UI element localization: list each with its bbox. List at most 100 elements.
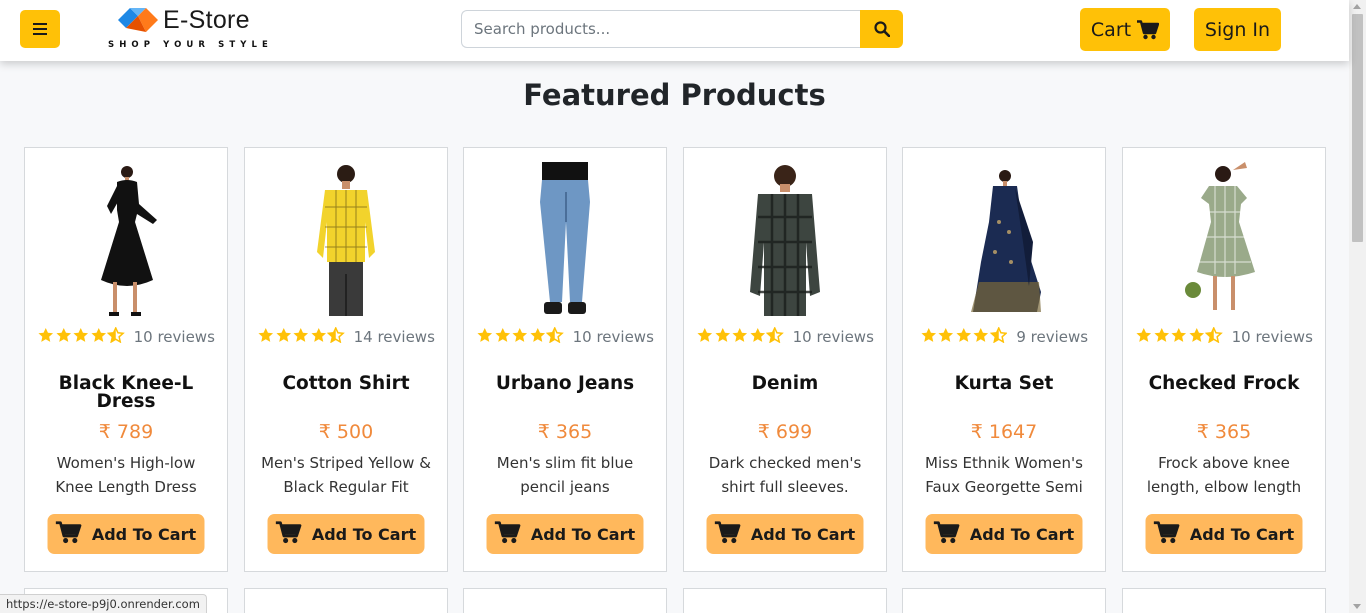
product-card-partial[interactable] bbox=[683, 588, 887, 613]
product-price: ₹ 365 bbox=[1196, 421, 1252, 443]
hamburger-icon bbox=[33, 23, 47, 35]
review-count: 10 reviews bbox=[133, 328, 215, 346]
add-to-cart-button[interactable]: Add To Cart bbox=[267, 514, 425, 554]
add-to-cart-button[interactable]: Add To Cart bbox=[47, 514, 205, 554]
star-full-icon bbox=[714, 327, 732, 347]
sign-in-label: Sign In bbox=[1204, 18, 1271, 41]
product-name: Black Knee-L Dress bbox=[58, 373, 194, 412]
brand-logo[interactable]: E-Store SHOP YOUR STYLE bbox=[108, 4, 278, 52]
star-full-icon bbox=[731, 327, 749, 347]
product-card[interactable]: 14 reviews Cotton Shirt ₹ 500 Men's Stri… bbox=[244, 147, 448, 572]
add-to-cart-label: Add To Cart bbox=[1189, 524, 1295, 544]
scroll-down-arrow-icon[interactable] bbox=[1353, 604, 1361, 609]
product-rating: 14 reviews bbox=[245, 326, 447, 347]
star-full-icon bbox=[275, 327, 293, 347]
product-card[interactable]: 10 reviews Denim ₹ 699 Dark checked men'… bbox=[683, 147, 887, 572]
star-full-icon bbox=[1135, 327, 1153, 347]
add-to-cart-label: Add To Cart bbox=[750, 524, 856, 544]
review-count: 10 reviews bbox=[1231, 328, 1313, 346]
star-full-icon bbox=[511, 327, 529, 347]
product-price: ₹ 699 bbox=[757, 421, 813, 443]
cart-icon bbox=[1154, 520, 1180, 548]
star-full-icon bbox=[1170, 327, 1188, 347]
product-card[interactable]: 10 reviews Black Knee-L Dress ₹ 789 Wome… bbox=[24, 147, 228, 572]
product-card[interactable]: 10 reviews Urbano Jeans ₹ 365 Men's slim… bbox=[463, 147, 667, 572]
add-to-cart-label: Add To Cart bbox=[91, 524, 197, 544]
menu-toggle-button[interactable] bbox=[20, 10, 60, 48]
star-full-icon bbox=[257, 327, 275, 347]
rating-stars bbox=[1135, 326, 1223, 347]
cart-icon bbox=[934, 520, 960, 548]
search-icon bbox=[873, 21, 890, 37]
star-full-icon bbox=[955, 327, 973, 347]
star-full-icon bbox=[310, 327, 328, 347]
product-card-partial[interactable] bbox=[1122, 588, 1326, 613]
cart-button[interactable]: Cart bbox=[1080, 8, 1170, 51]
page-title: Featured Products bbox=[523, 78, 826, 112]
star-half-icon bbox=[765, 326, 784, 347]
product-name: Kurta Set bbox=[954, 373, 1054, 394]
logo-title: E-Store bbox=[163, 6, 250, 34]
product-rating: 10 reviews bbox=[464, 326, 666, 347]
product-price: ₹ 1647 bbox=[970, 421, 1038, 443]
rating-stars bbox=[696, 326, 784, 347]
star-half-icon bbox=[326, 326, 345, 347]
product-card-partial[interactable] bbox=[902, 588, 1106, 613]
star-full-icon bbox=[1188, 327, 1206, 347]
cart-label: Cart bbox=[1090, 18, 1132, 41]
product-description: Frock above knee length, elbow length bbox=[1146, 454, 1302, 496]
star-full-icon bbox=[72, 327, 90, 347]
add-to-cart-button[interactable]: Add To Cart bbox=[925, 514, 1083, 554]
product-name: Urbano Jeans bbox=[495, 373, 635, 394]
star-full-icon bbox=[476, 327, 494, 347]
add-to-cart-button[interactable]: Add To Cart bbox=[1145, 514, 1303, 554]
star-full-icon bbox=[972, 327, 990, 347]
product-image[interactable] bbox=[71, 162, 181, 320]
logo-tagline: SHOP YOUR STYLE bbox=[108, 40, 273, 50]
product-rating: 10 reviews bbox=[25, 326, 227, 347]
product-image[interactable] bbox=[291, 162, 401, 320]
search-button[interactable] bbox=[860, 10, 903, 48]
star-full-icon bbox=[90, 327, 108, 347]
star-full-icon bbox=[37, 327, 55, 347]
review-count: 10 reviews bbox=[572, 328, 654, 346]
logo-mark-icon bbox=[118, 8, 158, 32]
page-scrollbar[interactable] bbox=[1349, 0, 1366, 613]
cart-icon bbox=[1137, 19, 1160, 39]
product-image[interactable] bbox=[1169, 162, 1279, 320]
navbar: E-Store SHOP YOUR STYLE Cart Sign In bbox=[0, 0, 1349, 61]
product-card[interactable]: 10 reviews Checked Frock ₹ 365 Frock abo… bbox=[1122, 147, 1326, 572]
cart-icon bbox=[495, 520, 521, 548]
scrollbar-thumb[interactable] bbox=[1352, 14, 1363, 242]
product-card-partial[interactable] bbox=[244, 588, 448, 613]
product-rating: 9 reviews bbox=[903, 326, 1105, 347]
add-to-cart-button[interactable]: Add To Cart bbox=[706, 514, 864, 554]
star-half-icon bbox=[1204, 326, 1223, 347]
cart-icon bbox=[56, 520, 82, 548]
search-input[interactable] bbox=[461, 10, 861, 48]
product-card-partial[interactable] bbox=[463, 588, 667, 613]
rating-stars bbox=[920, 326, 1008, 347]
status-bar-url: https://e-store-p9j0.onrender.com bbox=[0, 594, 207, 613]
product-image[interactable] bbox=[949, 162, 1059, 320]
product-image[interactable] bbox=[730, 162, 840, 320]
product-price: ₹ 789 bbox=[98, 421, 154, 443]
scroll-up-arrow-icon[interactable] bbox=[1353, 4, 1361, 9]
product-price: ₹ 365 bbox=[537, 421, 593, 443]
product-price: ₹ 500 bbox=[318, 421, 374, 443]
star-full-icon bbox=[1153, 327, 1171, 347]
sign-in-button[interactable]: Sign In bbox=[1194, 8, 1281, 51]
add-to-cart-label: Add To Cart bbox=[969, 524, 1075, 544]
star-full-icon bbox=[696, 327, 714, 347]
product-image[interactable] bbox=[510, 162, 620, 320]
review-count: 14 reviews bbox=[353, 328, 435, 346]
star-full-icon bbox=[937, 327, 955, 347]
add-to-cart-button[interactable]: Add To Cart bbox=[486, 514, 644, 554]
product-name: Denim bbox=[751, 373, 819, 394]
cart-icon bbox=[276, 520, 302, 548]
product-rating: 10 reviews bbox=[684, 326, 886, 347]
product-description: Women's High-low Knee Length Dress bbox=[55, 454, 197, 496]
review-count: 10 reviews bbox=[792, 328, 874, 346]
product-card[interactable]: 9 reviews Kurta Set ₹ 1647 Miss Ethnik W… bbox=[902, 147, 1106, 572]
add-to-cart-label: Add To Cart bbox=[311, 524, 417, 544]
